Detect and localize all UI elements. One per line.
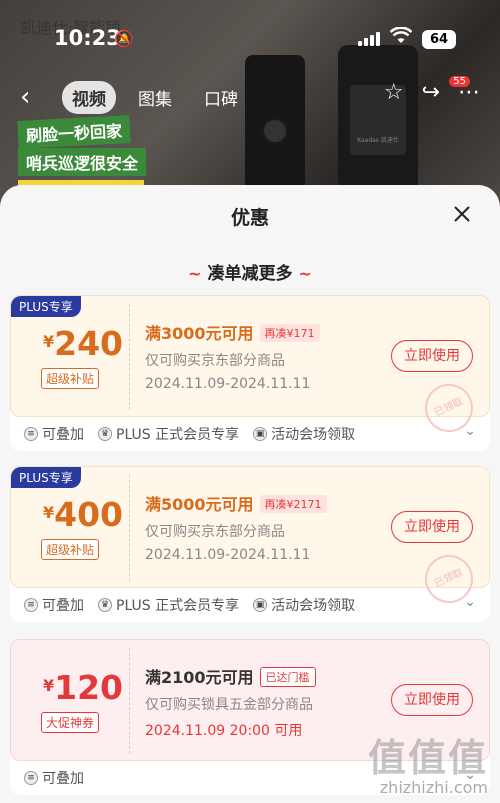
- back-chevron-icon[interactable]: ‹: [20, 82, 30, 112]
- status-time: 10:23: [54, 26, 121, 50]
- more-icon[interactable]: ⋯ 55: [449, 76, 480, 105]
- plus-exclusive-tag: PLUS专享: [11, 467, 81, 488]
- sheet-header: 优惠: [0, 185, 500, 247]
- amount-label: 大促神券: [41, 712, 99, 733]
- section-dash-left: ~: [188, 264, 202, 283]
- condition-text: 满3000元可用: [145, 324, 254, 343]
- watermark-logo: 值值值: [367, 736, 488, 780]
- plus-exclusive-tag: PLUS专享: [11, 296, 81, 317]
- tab-reviews[interactable]: 口碑: [194, 81, 248, 114]
- close-icon: [454, 206, 470, 222]
- message-count-badge: 55: [449, 76, 470, 87]
- feature-stackable: ≡ 可叠加: [24, 424, 84, 444]
- media-nav-bar: ‹ 视频 图集 口碑 ☆ ↪ ⋯ 55: [0, 76, 500, 116]
- coupon-amount: ¥400: [33, 495, 133, 534]
- coupon-condition: 满2100元可用 已达门槛: [145, 664, 316, 688]
- feature-plus-only: ♛ PLUS 正式会员专享: [98, 424, 239, 444]
- coupon-amount: ¥240: [33, 324, 133, 363]
- stack-icon: ≡: [24, 598, 38, 612]
- amount-label: 超级补贴: [41, 368, 99, 389]
- coupon-body: PLUS专享 ¥240 超级补贴 满3000元可用 再凑¥171 仅可购买京东部分…: [10, 295, 490, 440]
- coupon-sheet: 优惠 ~ 凑单减更多 ~ PLUS专享 ¥240 超级补贴 满3000元可用 再凑¥1…: [0, 185, 500, 803]
- venue-icon: ▣: [253, 427, 268, 441]
- feature-venue-claim: ▣ 活动会场领取: [253, 424, 355, 444]
- feature-stackable: ≡ 可叠加: [24, 595, 84, 615]
- tab-video[interactable]: 视频: [62, 80, 116, 114]
- coupon-condition: 满5000元可用 再凑¥2171: [145, 491, 327, 515]
- feature-plus-only: ♛ PLUS 正式会员专享: [98, 595, 239, 615]
- amount-value: 120: [54, 668, 124, 707]
- section-dash-right: ~: [298, 264, 312, 283]
- status-bar: 10:23 🔕 64: [0, 26, 500, 56]
- condition-text: 满5000元可用: [145, 495, 254, 514]
- condition-badge: 再凑¥2171: [259, 495, 327, 513]
- use-now-button[interactable]: 立即使用: [391, 684, 473, 716]
- site-watermark: 值值值 zhizhizhi.com: [368, 738, 488, 797]
- coupon-features[interactable]: ≡ 可叠加 ♛ PLUS 正式会员专享 ▣ 活动会场领取 ⌄: [10, 592, 490, 618]
- star-icon[interactable]: ☆: [384, 80, 404, 105]
- watermark-url: zhizhizhi.com: [379, 778, 488, 797]
- coupon-card: PLUS专享 ¥240 超级补贴 满3000元可用 再凑¥171 仅可购买京东部分…: [10, 295, 490, 451]
- media-tabs: 视频 图集 口碑: [62, 80, 248, 114]
- coupon-features[interactable]: ≡ 可叠加 ♛ PLUS 正式会员专享 ▣ 活动会场领取 ⌄: [10, 421, 490, 447]
- coupon-date: 2024.11.09 20:00 可用: [145, 723, 303, 739]
- currency-symbol: ¥: [42, 332, 55, 351]
- condition-badge: 已达门槛: [259, 667, 316, 687]
- coupon-scope: 仅可购买锁具五金部分商品: [145, 697, 313, 713]
- amount-value: 400: [54, 495, 124, 534]
- sheet-title: 优惠: [230, 207, 269, 229]
- use-now-button[interactable]: 立即使用: [391, 511, 473, 543]
- condition-text: 满2100元可用: [145, 668, 254, 687]
- mute-bell-icon: 🔕: [114, 29, 134, 48]
- coupon-scope: 仅可购买京东部分商品: [145, 524, 285, 540]
- tab-gallery[interactable]: 图集: [128, 81, 182, 114]
- currency-symbol: ¥: [42, 676, 55, 695]
- feature-venue-claim: ▣ 活动会场领取: [253, 595, 355, 615]
- section-title-text: 凑单减更多: [207, 264, 293, 284]
- expand-chevron-icon[interactable]: ⌄: [464, 594, 476, 610]
- stack-icon: ≡: [24, 771, 38, 785]
- expand-chevron-icon[interactable]: ⌄: [464, 423, 476, 439]
- feature-stackable: ≡ 可叠加: [24, 768, 84, 788]
- coupon-date: 2024.11.09-2024.11.11: [145, 547, 311, 563]
- coupon-date: 2024.11.09-2024.11.11: [145, 376, 311, 392]
- share-icon[interactable]: ↪: [422, 80, 440, 105]
- amount-label: 超级补贴: [41, 539, 99, 560]
- coupon-card: PLUS专享 ¥400 超级补贴 满5000元可用 再凑¥2171 仅可购买京东部…: [10, 466, 490, 622]
- banner-line-1: 刷脸一秒回家: [17, 115, 131, 149]
- condition-badge: 再凑¥171: [259, 324, 320, 342]
- use-now-button[interactable]: 立即使用: [391, 340, 473, 372]
- coupon-condition: 满3000元可用 再凑¥171: [145, 320, 320, 344]
- crown-icon: ♛: [98, 598, 112, 612]
- section-title: ~ 凑单减更多 ~: [0, 259, 500, 284]
- amount-value: 240: [54, 324, 124, 363]
- nav-action-icons: ☆ ↪ ⋯ 55: [384, 76, 480, 105]
- crown-icon: ♛: [98, 427, 112, 441]
- wifi-icon: [389, 26, 413, 50]
- battery-indicator: 64: [422, 30, 456, 49]
- coupon-body: PLUS专享 ¥400 超级补贴 满5000元可用 再凑¥2171 仅可购买京东部…: [10, 466, 490, 611]
- coupon-amount: ¥120: [33, 668, 133, 707]
- cellular-signal-icon: [358, 32, 380, 46]
- currency-symbol: ¥: [42, 503, 55, 522]
- close-button[interactable]: [448, 201, 476, 229]
- banner-line-2: 哨兵巡逻很安全: [18, 148, 147, 176]
- coupon-scope: 仅可购买京东部分商品: [145, 353, 285, 369]
- venue-icon: ▣: [253, 598, 268, 612]
- stack-icon: ≡: [24, 427, 38, 441]
